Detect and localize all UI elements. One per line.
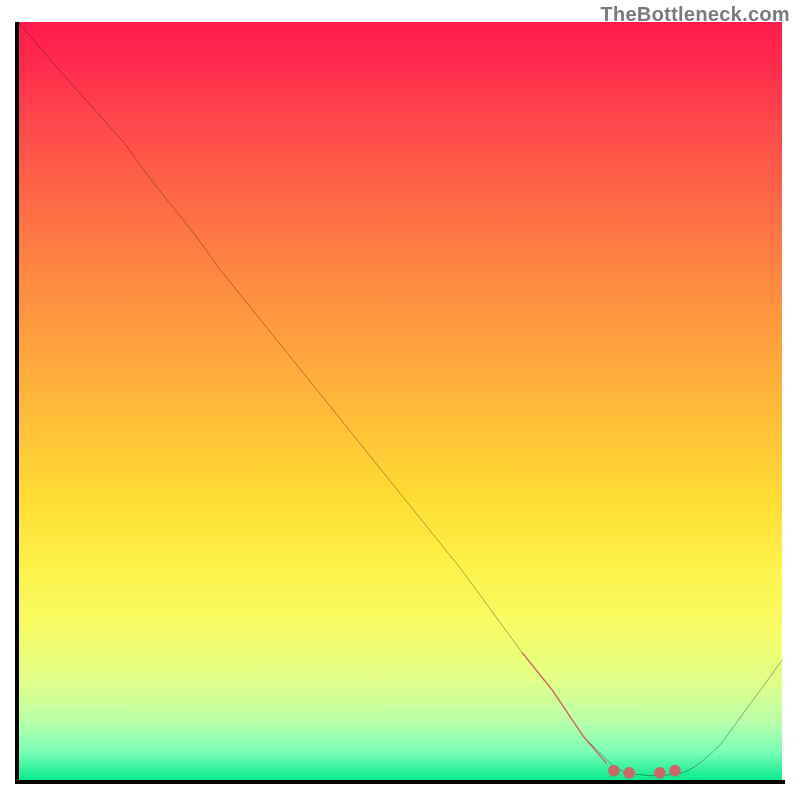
chart-overlay: [18, 22, 782, 782]
main-curve: [18, 22, 782, 775]
axis-y: [15, 22, 19, 784]
chart-container: TheBottleneck.com: [0, 0, 800, 800]
axis-x: [15, 780, 785, 784]
highlight-dots: [608, 765, 681, 779]
watermark-label: TheBottleneck.com: [600, 4, 790, 27]
plot-area: [18, 22, 782, 782]
